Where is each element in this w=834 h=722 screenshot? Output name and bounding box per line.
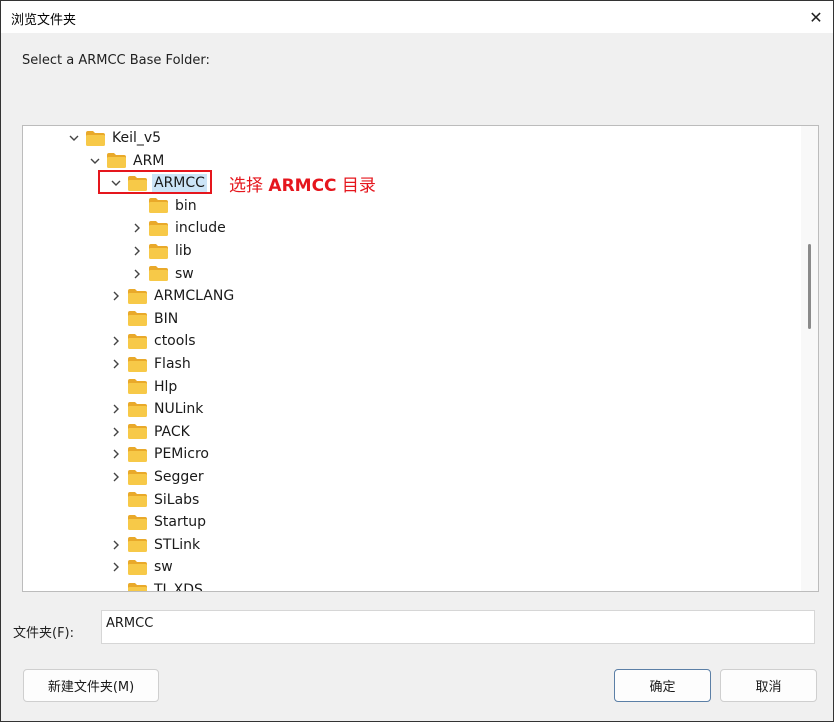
folder-icon [107, 153, 126, 169]
folder-icon [86, 130, 105, 146]
folder-icon [128, 582, 147, 591]
chevron-right-icon[interactable] [108, 288, 124, 304]
tree-item[interactable]: bin [129, 195, 199, 217]
tree-item-label: sw [175, 265, 194, 282]
chevron-right-icon[interactable] [108, 537, 124, 553]
folder-icon [149, 266, 168, 282]
tree-item[interactable]: Segger [108, 466, 206, 488]
chevron-right-icon[interactable] [108, 469, 124, 485]
tree-item-label: NULink [154, 401, 204, 418]
folder-icon [128, 424, 147, 440]
chevron-right-icon[interactable] [108, 356, 124, 372]
folder-icon [128, 311, 147, 327]
tree-item[interactable]: BIN [108, 308, 180, 330]
tree-item[interactable]: Hlp [108, 376, 179, 398]
tree-item-label: lib [175, 243, 192, 259]
folder-icon [128, 379, 147, 395]
folder-name-input[interactable]: ARMCC [101, 610, 815, 644]
folder-icon [128, 356, 147, 372]
tree-item-label: PACK [154, 423, 190, 440]
cancel-button[interactable]: 取消 [720, 669, 817, 702]
tree-item[interactable]: Flash [108, 353, 193, 375]
folder-icon [128, 288, 147, 304]
folder-icon [128, 514, 147, 530]
chevron-right-icon[interactable] [129, 243, 145, 259]
tree-item-label: sw [154, 559, 173, 576]
new-folder-button[interactable]: 新建文件夹(M) [23, 669, 159, 702]
annotation-highlight-box [98, 170, 212, 194]
tree-item-label: BIN [154, 310, 179, 327]
folder-icon [149, 243, 168, 259]
tree-item-label: Startup [154, 514, 206, 531]
tree-item[interactable]: ctools [108, 330, 198, 352]
chevron-right-icon[interactable] [108, 446, 124, 462]
tree-item[interactable]: PACK [108, 421, 192, 443]
folder-icon [128, 492, 147, 508]
tree-item-label: Keil_v5 [112, 130, 162, 146]
tree-item[interactable]: Startup [108, 511, 208, 533]
tree-item-label: include [175, 220, 226, 237]
tree-item[interactable]: SiLabs [108, 489, 201, 511]
tree-item[interactable]: ARM [87, 150, 166, 172]
folder-icon [128, 537, 147, 553]
chevron-right-icon[interactable] [108, 333, 124, 349]
chevron-down-icon[interactable] [66, 130, 82, 146]
tree-item-label: ARM [133, 152, 165, 169]
chevron-down-icon[interactable] [87, 153, 103, 169]
folder-icon [128, 401, 147, 417]
tree-item-label: SiLabs [154, 491, 200, 508]
tree-item[interactable]: ARMCLANG [108, 285, 236, 307]
tree-item[interactable]: include [129, 217, 228, 239]
tree-item-label: STLink [154, 536, 201, 553]
tree-item[interactable]: Keil_v5 [66, 127, 163, 149]
tree-item-label: ARMCLANG [154, 288, 235, 305]
tree-item-label: PEMicro [154, 446, 209, 463]
tree-item-label: TI_XDS [154, 582, 203, 591]
chevron-right-icon[interactable] [108, 559, 124, 575]
instruction-text: Select a ARMCC Base Folder: [22, 53, 210, 68]
tree-item[interactable]: lib [129, 240, 194, 262]
browse-folder-dialog: 浏览文件夹 ✕ Select a ARMCC Base Folder: Keil… [0, 0, 834, 722]
tree-item-label: Flash [154, 356, 191, 372]
ok-button[interactable]: 确定 [614, 669, 711, 702]
annotation-text: 选择 ARMCC 目录 [229, 171, 376, 196]
folder-field-label: 文件夹(F): [13, 626, 75, 641]
tree-item[interactable]: PEMicro [108, 443, 211, 465]
annotation-suffix: 目录 [336, 176, 376, 196]
folder-icon [128, 333, 147, 349]
folder-icon [149, 198, 168, 214]
tree-item[interactable]: sw [108, 556, 175, 578]
tree-item-label: ctools [154, 333, 196, 350]
tree-item[interactable]: TI_XDS [108, 579, 205, 591]
chevron-right-icon[interactable] [129, 266, 145, 282]
annotation-prefix: 选择 [229, 176, 269, 196]
close-icon: ✕ [809, 7, 823, 27]
tree-item[interactable]: STLink [108, 534, 202, 556]
annotation-bold: ARMCC [268, 176, 337, 196]
vertical-scrollbar[interactable] [801, 126, 818, 591]
folder-tree[interactable]: Keil_v5 ARM ARMCC bin include lib sw ARMCLANG BI… [22, 125, 819, 592]
chevron-right-icon[interactable] [108, 424, 124, 440]
chevron-right-icon[interactable] [108, 401, 124, 417]
chevron-right-icon[interactable] [129, 220, 145, 236]
window-title: 浏览文件夹 [11, 13, 77, 28]
folder-icon [128, 446, 147, 462]
scrollbar-thumb[interactable] [808, 244, 811, 329]
folder-icon [128, 469, 147, 485]
tree-item-label: bin [175, 197, 197, 214]
tree-item-label: Segger [154, 469, 204, 485]
folder-tree-content: Keil_v5 ARM ARMCC bin include lib sw ARMCLANG BI… [23, 126, 801, 591]
tree-item-label: Hlp [154, 378, 178, 395]
folder-icon [149, 220, 168, 236]
close-button[interactable]: ✕ [799, 1, 833, 33]
folder-icon [128, 559, 147, 575]
tree-item[interactable]: NULink [108, 398, 205, 420]
tree-item[interactable]: sw [129, 263, 196, 285]
title-bar: 浏览文件夹 ✕ [1, 1, 833, 33]
